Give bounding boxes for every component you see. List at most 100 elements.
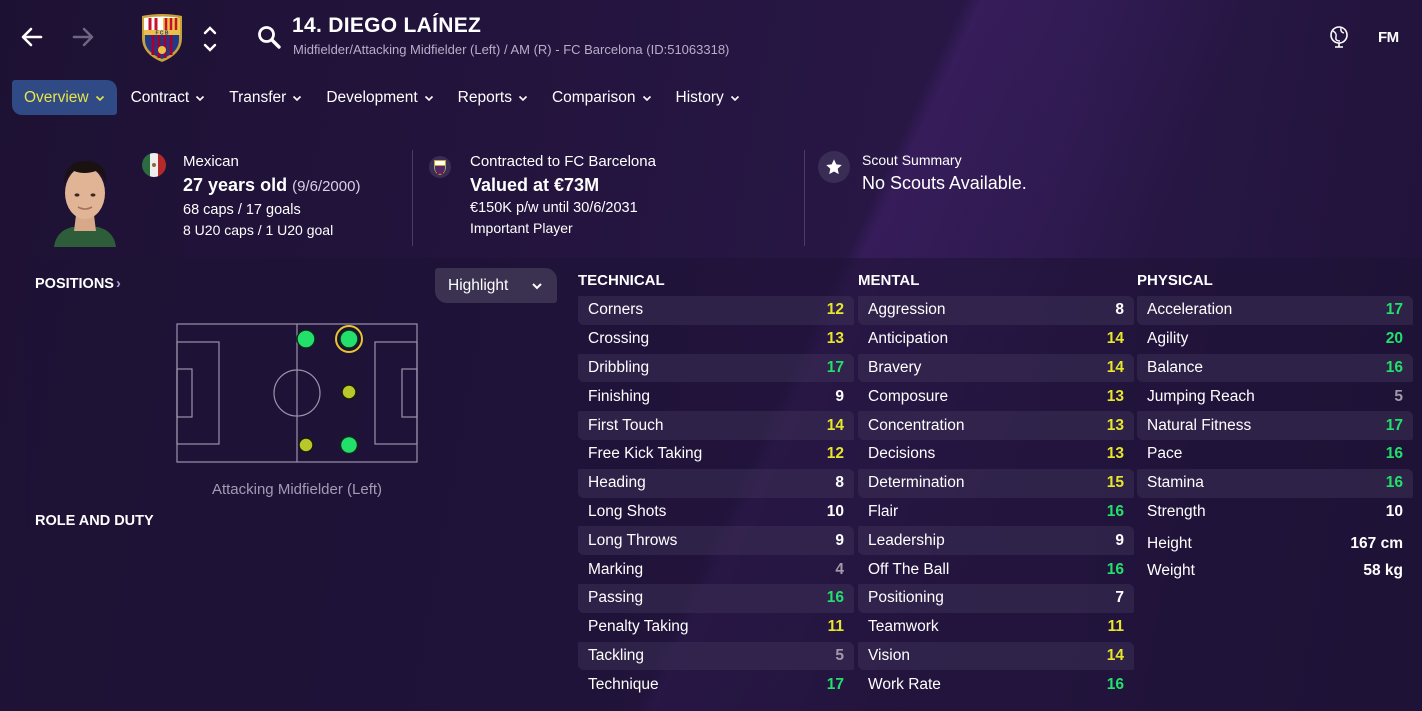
attribute-row[interactable]: Penalty Taking 11 — [578, 613, 854, 642]
tab-overview[interactable]: Overview — [12, 80, 117, 115]
tab-comparison[interactable]: Comparison — [542, 80, 662, 115]
attribute-name: Long Shots — [588, 502, 667, 520]
attribute-row[interactable]: Strength 10 — [1137, 498, 1413, 527]
attribute-row[interactable]: Composure 13 — [858, 382, 1134, 411]
position-dot-ml — [296, 329, 316, 349]
attribute-value: 11 — [1107, 618, 1124, 636]
highlight-label: Highlight — [448, 276, 509, 294]
age: 27 years old — [183, 175, 288, 195]
attribute-row[interactable]: Work Rate 16 — [858, 670, 1134, 699]
attribute-row[interactable]: Flair 16 — [858, 498, 1134, 527]
extra-value: 58 kg — [1363, 561, 1403, 579]
tab-transfer[interactable]: Transfer — [219, 80, 312, 115]
attribute-name: Composure — [868, 387, 949, 405]
attribute-row[interactable]: Agility 20 — [1137, 325, 1413, 354]
mexico-flag-icon — [142, 153, 166, 177]
chevron-down-icon — [95, 95, 104, 101]
attribute-row[interactable]: Acceleration 17 — [1137, 296, 1413, 325]
attribute-name: Passing — [588, 589, 644, 607]
attribute-name: Heading — [588, 474, 646, 492]
attribute-row[interactable]: Heading 8 — [578, 468, 854, 498]
previous-next-player-icon[interactable] — [200, 22, 220, 56]
attribute-row[interactable]: Long Shots 10 — [578, 498, 854, 527]
mental-list: Aggression 8 Anticipation 14 Bravery 14 Compos… — [858, 296, 1134, 699]
attribute-row[interactable]: Teamwork 11 — [858, 613, 1134, 642]
attribute-row[interactable]: First Touch 14 — [578, 411, 854, 440]
tab-development[interactable]: Development — [316, 80, 443, 115]
attribute-row[interactable]: Long Throws 9 — [578, 526, 854, 556]
scout-summary-text: No Scouts Available. — [862, 173, 1027, 193]
attribute-row[interactable]: Crossing 13 — [578, 325, 854, 354]
attribute-row[interactable]: Balance 16 — [1137, 353, 1413, 383]
attribute-row[interactable]: Marking 4 — [578, 555, 854, 584]
tab-history[interactable]: History — [666, 80, 750, 115]
attribute-name: Anticipation — [868, 330, 949, 348]
attribute-name: Dribbling — [588, 358, 650, 376]
tab-label: Development — [326, 88, 418, 106]
attribute-row[interactable]: Passing 16 — [578, 583, 854, 613]
tab-reports[interactable]: Reports — [448, 80, 538, 115]
attribute-name: Finishing — [588, 387, 651, 405]
club-badge-icon[interactable]: F C B — [136, 12, 188, 64]
attribute-value: 9 — [1115, 531, 1124, 549]
attribute-value: 13 — [1106, 445, 1124, 463]
attribute-name: Determination — [868, 474, 965, 492]
attribute-row[interactable]: Bravery 14 — [858, 353, 1134, 383]
attribute-row[interactable]: Concentration 13 — [858, 411, 1134, 440]
attribute-row[interactable]: Corners 12 — [578, 296, 854, 325]
attribute-row[interactable]: Aggression 8 — [858, 296, 1134, 325]
chevron-down-icon — [532, 283, 542, 290]
attribute-row[interactable]: Pace 16 — [1137, 440, 1413, 469]
attribute-name: Work Rate — [868, 675, 941, 693]
back-arrow-icon[interactable] — [17, 22, 47, 52]
top-bar: F C B 14. DIEGO LAÍNEZ Midfielder/Attack… — [0, 0, 1422, 78]
chevron-down-icon — [424, 95, 433, 101]
positions-header[interactable]: POSITIONS › — [35, 276, 121, 292]
attribute-row[interactable]: Natural Fitness 17 — [1137, 411, 1413, 440]
attribute-value: 10 — [1385, 502, 1403, 520]
attribute-name: Corners — [588, 301, 644, 319]
attribute-name: Natural Fitness — [1147, 416, 1252, 434]
attribute-value: 14 — [1106, 358, 1124, 376]
attribute-row[interactable]: Decisions 13 — [858, 440, 1134, 469]
u20-caps: 8 U20 caps / 1 U20 goal — [183, 222, 334, 238]
chevron-right-icon: › — [115, 276, 121, 292]
attribute-row[interactable]: Leadership 9 — [858, 526, 1134, 556]
attribute-value: 16 — [1106, 560, 1124, 578]
attribute-row[interactable]: Finishing 9 — [578, 382, 854, 411]
nationality: Mexican — [183, 153, 239, 170]
attribute-value: 20 — [1385, 330, 1403, 348]
forward-arrow-icon[interactable] — [68, 22, 98, 52]
attribute-name: Pace — [1147, 445, 1183, 463]
attribute-row[interactable]: Free Kick Taking 12 — [578, 440, 854, 469]
attribute-row[interactable]: Dribbling 17 — [578, 353, 854, 383]
attribute-value: 5 — [1394, 387, 1403, 405]
mental-header: MENTAL — [858, 272, 920, 289]
attribute-row[interactable]: Tackling 5 — [578, 641, 854, 671]
search-icon[interactable] — [256, 24, 282, 50]
attribute-row[interactable]: Positioning 7 — [858, 583, 1134, 613]
tab-label: Contract — [130, 88, 190, 106]
position-pitch — [176, 323, 418, 463]
wage: €150K p/w until 30/6/2031 — [470, 200, 638, 216]
highlight-dropdown[interactable]: Highlight — [435, 268, 557, 303]
attribute-row[interactable]: Vision 14 — [858, 641, 1134, 671]
attribute-row[interactable]: Jumping Reach 5 — [1137, 382, 1413, 411]
attribute-name: Concentration — [868, 416, 965, 434]
attribute-row[interactable]: Off The Ball 16 — [858, 555, 1134, 584]
attribute-value: 13 — [1106, 416, 1124, 434]
attribute-row[interactable]: Determination 15 — [858, 468, 1134, 498]
fm-logo[interactable]: FM — [1378, 29, 1399, 46]
attribute-row[interactable]: Anticipation 14 — [858, 325, 1134, 354]
attribute-name: Crossing — [588, 330, 650, 348]
attribute-name: Jumping Reach — [1147, 387, 1255, 405]
tab-contract[interactable]: Contract — [121, 80, 216, 115]
positions-header-label: POSITIONS — [35, 276, 114, 292]
position-dot-amc — [341, 384, 357, 400]
globe-icon[interactable] — [1327, 25, 1351, 49]
attribute-name: Tackling — [588, 646, 644, 664]
attribute-row[interactable]: Technique 17 — [578, 670, 854, 699]
attribute-value: 9 — [835, 387, 844, 405]
attribute-row[interactable]: Stamina 16 — [1137, 468, 1413, 498]
attribute-name: Off The Ball — [868, 560, 950, 578]
